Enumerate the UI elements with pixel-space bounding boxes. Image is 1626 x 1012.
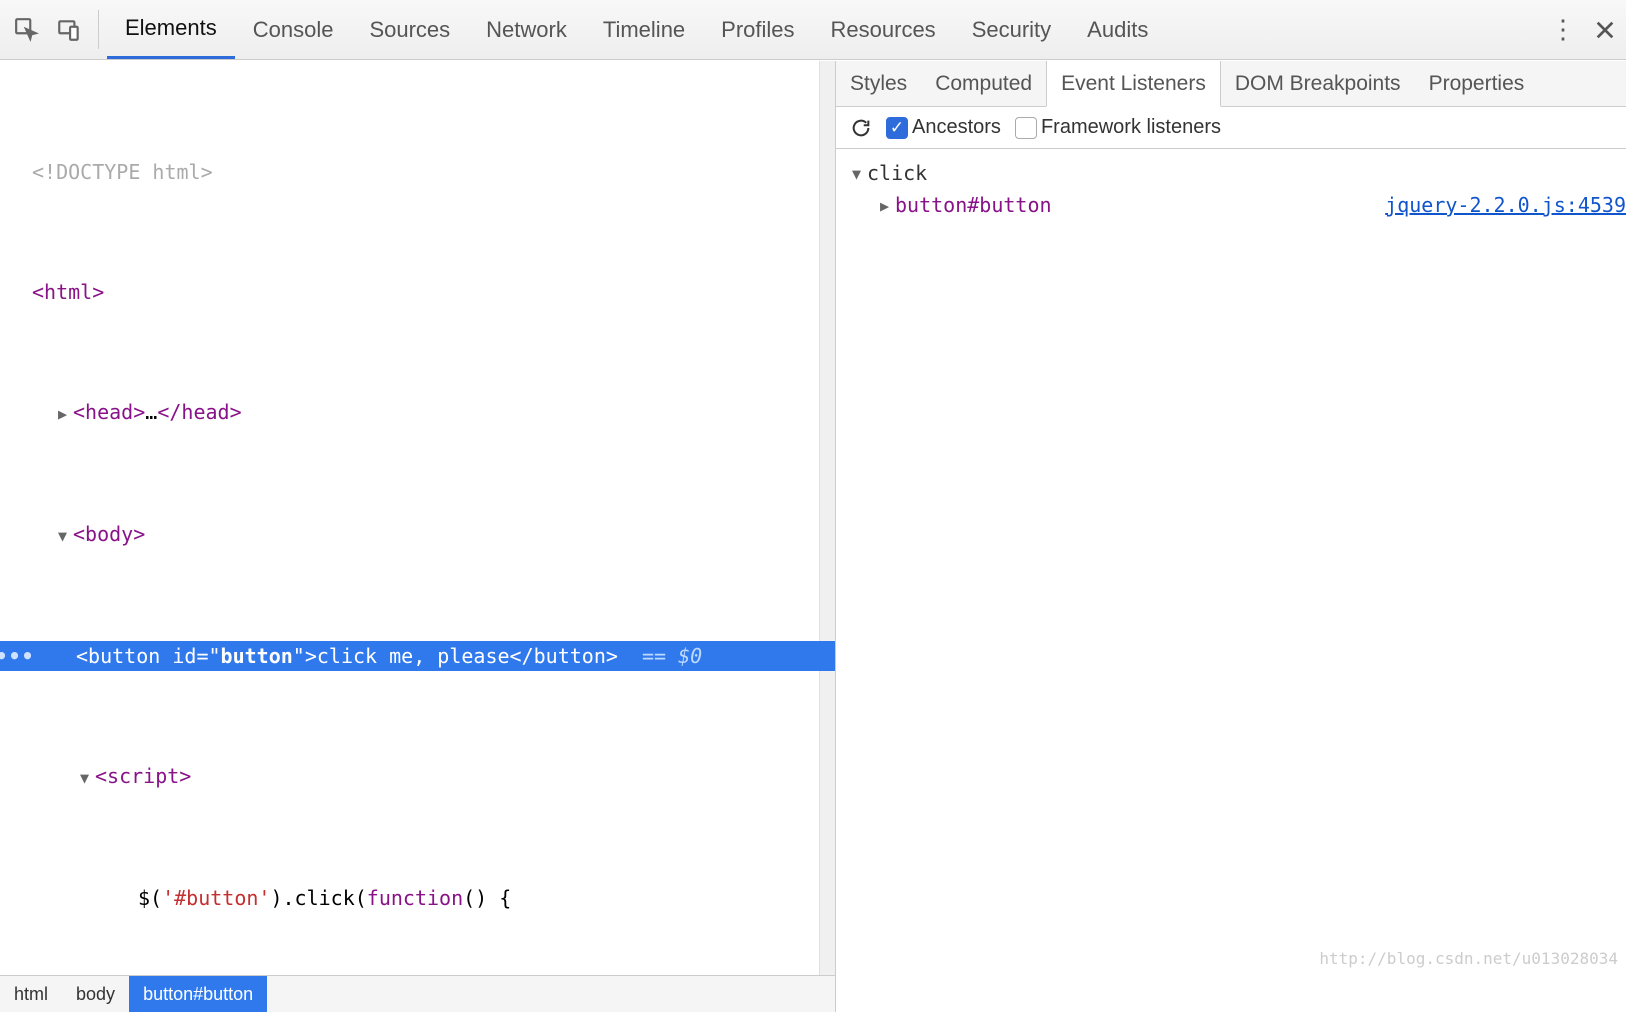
listeners-toolbar: ✓ Ancestors Framework listeners xyxy=(836,107,1626,149)
sub-tab-dom-breakpoints[interactable]: DOM Breakpoints xyxy=(1221,61,1415,106)
html-open-line[interactable]: <html> xyxy=(10,277,835,307)
collapse-arrow-icon[interactable] xyxy=(54,519,71,551)
dom-tree[interactable]: <!DOCTYPE html> <html> <head>…</head> <b… xyxy=(0,61,835,975)
tab-network[interactable]: Network xyxy=(468,0,585,59)
main-tabset: Elements Console Sources Network Timelin… xyxy=(107,0,1166,59)
event-target-row[interactable]: button#button jquery-2.2.0.js:4539 xyxy=(848,189,1626,221)
tab-timeline[interactable]: Timeline xyxy=(585,0,703,59)
body-open-line[interactable]: <body> xyxy=(10,519,835,551)
watermark-text: http://blog.csdn.net/u013028034 xyxy=(1319,949,1618,968)
sidebar-pane: Styles Computed Event Listeners DOM Brea… xyxy=(836,61,1626,1012)
tab-console[interactable]: Console xyxy=(235,0,352,59)
script-line-1: $('#button').click(function() { xyxy=(10,883,835,913)
crumb-button[interactable]: button#button xyxy=(129,976,267,1012)
line-actions-icon[interactable]: ••• xyxy=(0,641,30,671)
toggle-device-icon[interactable] xyxy=(48,0,90,59)
head-line[interactable]: <head>…</head> xyxy=(10,397,835,429)
devtools-top-bar: Elements Console Sources Network Timelin… xyxy=(0,0,1626,60)
script-open-line[interactable]: <script> xyxy=(10,761,835,793)
sub-tab-properties[interactable]: Properties xyxy=(1415,61,1539,106)
tab-elements[interactable]: Elements xyxy=(107,0,235,59)
event-type-label: click xyxy=(867,158,927,188)
event-category-row[interactable]: click xyxy=(848,157,1626,189)
checkbox-unchecked-icon xyxy=(1015,117,1037,139)
close-icon[interactable] xyxy=(1584,0,1626,59)
tab-security[interactable]: Security xyxy=(954,0,1069,59)
sub-tab-computed[interactable]: Computed xyxy=(921,61,1046,106)
tab-resources[interactable]: Resources xyxy=(813,0,954,59)
source-link[interactable]: jquery-2.2.0.js:4539 xyxy=(1385,190,1626,220)
crumb-html[interactable]: html xyxy=(0,976,62,1012)
sub-tab-event-listeners[interactable]: Event Listeners xyxy=(1046,61,1221,107)
event-listener-list: click button#button jquery-2.2.0.js:4539 xyxy=(836,149,1626,221)
framework-label: Framework listeners xyxy=(1041,116,1221,139)
refresh-icon[interactable] xyxy=(850,117,872,139)
tab-audits[interactable]: Audits xyxy=(1069,0,1166,59)
sub-tab-styles[interactable]: Styles xyxy=(836,61,921,106)
framework-checkbox[interactable]: Framework listeners xyxy=(1015,116,1221,139)
collapse-arrow-icon[interactable] xyxy=(76,761,93,793)
sidebar-tabset: Styles Computed Event Listeners DOM Brea… xyxy=(836,61,1626,107)
doctype-line: <!DOCTYPE html> xyxy=(10,157,835,187)
selected-button-line[interactable]: •••<button id="button">click me, please<… xyxy=(10,641,835,671)
scrollbar[interactable] xyxy=(819,61,835,975)
expand-arrow-icon[interactable] xyxy=(54,397,71,429)
separator xyxy=(98,10,99,49)
select-element-icon[interactable] xyxy=(6,0,48,59)
ancestors-label: Ancestors xyxy=(912,116,1001,139)
checkbox-checked-icon: ✓ xyxy=(886,117,908,139)
main-area: <!DOCTYPE html> <html> <head>…</head> <b… xyxy=(0,60,1626,1012)
tab-sources[interactable]: Sources xyxy=(351,0,468,59)
ancestors-checkbox[interactable]: ✓ Ancestors xyxy=(886,116,1001,139)
expand-arrow-icon[interactable] xyxy=(876,189,893,221)
crumb-body[interactable]: body xyxy=(62,976,129,1012)
kebab-menu-icon[interactable]: ⋮ xyxy=(1542,0,1584,59)
collapse-arrow-icon[interactable] xyxy=(848,157,865,189)
elements-tree-pane: <!DOCTYPE html> <html> <head>…</head> <b… xyxy=(0,61,836,1012)
event-target-label: button#button xyxy=(895,190,1052,220)
tab-profiles[interactable]: Profiles xyxy=(703,0,812,59)
breadcrumb: html body button#button xyxy=(0,975,835,1012)
